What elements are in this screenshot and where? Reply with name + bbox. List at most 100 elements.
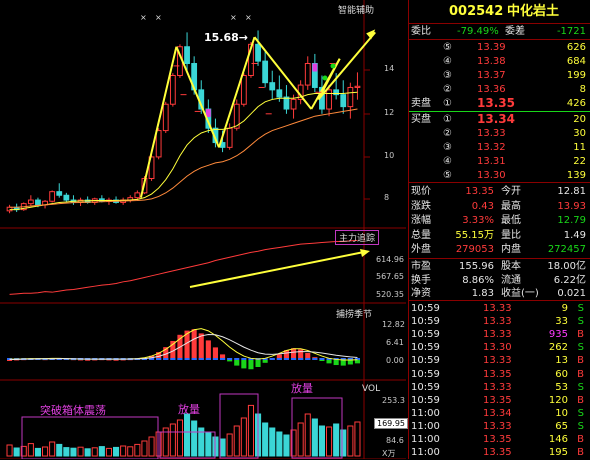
tick-volume: 195	[548, 447, 568, 459]
stat-label: 今开	[501, 186, 521, 197]
bid-volume: 22	[573, 156, 586, 167]
volume-bar	[219, 438, 226, 457]
volume-bar	[105, 447, 113, 457]
macd-base	[305, 358, 311, 360]
macd-base	[205, 358, 211, 360]
volume-bar	[113, 446, 120, 457]
macd-axis-top: 12.82	[382, 320, 405, 329]
volume-bar	[134, 443, 141, 457]
candle-body	[134, 192, 141, 199]
volume-bar	[63, 447, 70, 457]
volume-bar	[6, 444, 13, 457]
macd-bar	[319, 360, 325, 361]
macd-bar	[234, 360, 240, 366]
volume-bar	[56, 443, 63, 457]
volume-bar	[233, 425, 240, 457]
wave-arrow	[175, 46, 220, 148]
bid-price: 13.34	[477, 112, 515, 126]
macd-base	[220, 358, 226, 360]
macd-bar	[354, 360, 360, 364]
candle-body	[56, 191, 63, 196]
volume-bar	[169, 423, 176, 457]
ask-row: ④ 13.38 684	[411, 54, 590, 69]
macd-base	[198, 358, 204, 360]
stat-row: 涨幅 3.33% 最低 12.79	[411, 213, 590, 228]
main-panel-title: 智能辅助	[338, 6, 375, 16]
fundamental-label: 收益(一)	[501, 288, 539, 299]
price-annotation: 15.68→	[204, 31, 249, 44]
bid-price: 13.31	[477, 156, 506, 167]
bid-volume: 11	[573, 142, 586, 153]
bid-level: ③	[443, 142, 452, 153]
commission-row: 委比 -79.49% 委差 -1721	[411, 24, 590, 39]
volume-bar	[141, 440, 148, 457]
x-marker: ×	[245, 13, 252, 22]
bid-level: ④	[443, 156, 452, 167]
commission-ratio-value: -79.49%	[457, 26, 499, 37]
volume-bar	[354, 421, 361, 457]
ask-row: ⑤ 13.39 626	[411, 40, 590, 55]
force-axis-mid: 567.65	[376, 272, 404, 281]
volume-bar	[304, 413, 311, 457]
bid-volume: 139	[566, 170, 586, 181]
force-panel-title: 主力追踪	[335, 230, 380, 245]
volume-bar	[276, 431, 283, 457]
candle-body	[155, 130, 162, 158]
stat-value: 55.15万	[455, 229, 494, 241]
volume-bar	[34, 447, 42, 457]
macd-base	[234, 358, 240, 360]
macd-bar	[205, 340, 211, 360]
force-line	[9, 239, 358, 295]
volume-bar	[262, 422, 269, 457]
macd-bar	[326, 360, 332, 364]
ask-row: ③ 13.37 199	[411, 68, 590, 83]
macd-bar	[227, 360, 233, 362]
ask-price: 13.38	[477, 56, 506, 67]
ask-row: ② 13.36 8	[411, 82, 590, 97]
macd-base	[241, 358, 247, 360]
candle-body	[240, 74, 247, 105]
bid-price: 13.33	[477, 128, 506, 139]
volume-bar	[27, 443, 34, 457]
volume-bar	[70, 447, 77, 457]
candle-body	[340, 94, 347, 108]
stat-label: 涨跌	[411, 200, 431, 212]
volume-bar	[283, 434, 290, 457]
chart-area[interactable]: × × × × 智能辅助 15.68→ 主力追踪 捕捞季节 VOL 突破箱体震荡 放量…	[0, 0, 408, 459]
macd-base	[177, 358, 183, 360]
volume-axis-top: 253.3	[382, 396, 405, 405]
volume-bar	[77, 446, 84, 457]
ask-volume: 426	[566, 98, 586, 109]
tick-price: 13.35	[483, 447, 512, 459]
tick-row: 11:00 13.35 195 B	[411, 445, 590, 460]
volume-bar	[340, 429, 347, 457]
macd-base	[156, 358, 162, 360]
trend-arrow-head	[360, 249, 370, 257]
candle-body	[290, 98, 297, 110]
bid-volume: 30	[573, 128, 586, 139]
tick-side: B	[577, 447, 584, 459]
stat-value: 13.35	[465, 186, 494, 197]
volume-bar	[191, 420, 198, 457]
buy-label: 买盘	[411, 114, 431, 125]
stat-value: 0.43	[471, 200, 494, 212]
volume-axis-unit: X万	[382, 449, 396, 458]
macd-base	[269, 358, 275, 360]
macd-axis-zero: 0.00	[386, 356, 404, 365]
stat-label: 最高	[501, 200, 521, 212]
macd-panel-title: 捕捞季节	[336, 310, 373, 320]
volume-bar	[98, 446, 105, 457]
signal-candle	[312, 63, 318, 72]
stock-header: 002542 中化岩土	[411, 3, 590, 21]
volume-bar	[176, 419, 183, 457]
stat-label: 现价	[411, 186, 431, 197]
signal-dot	[322, 75, 328, 81]
candle-body	[27, 199, 34, 205]
fundamental-value: 0.021	[557, 288, 586, 299]
volume-bar	[205, 431, 212, 457]
ask-level: ①	[443, 98, 452, 109]
ask-volume: 8	[579, 84, 586, 95]
fundamental-row: 净资 1.83 收益(一) 0.021	[411, 286, 590, 301]
candle-body	[49, 191, 56, 202]
volume-bar	[91, 447, 98, 457]
